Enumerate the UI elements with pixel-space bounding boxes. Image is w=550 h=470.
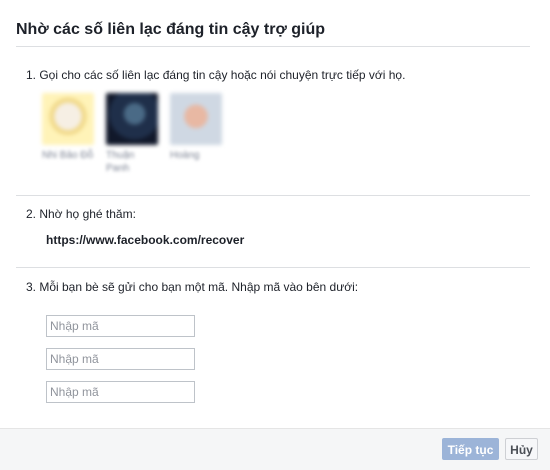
contact-name: Thuận Panh <box>106 150 135 174</box>
cancel-button[interactable]: Hủy <box>505 438 538 460</box>
step-2-text: 2. Nhờ họ ghé thăm: <box>26 207 136 221</box>
dialog-footer: Tiếp tục Hủy <box>0 428 550 470</box>
dialog-header: Nhờ các số liên lạc đáng tin cậy trợ giú… <box>16 14 530 47</box>
dialog-title: Nhờ các số liên lạc đáng tin cậy trợ giú… <box>16 21 326 38</box>
step-1-section: 1. Gọi cho các số liên lạc đáng tin cậy … <box>16 47 530 196</box>
code-input-2[interactable] <box>46 348 195 370</box>
step-1-text: 1. Gọi cho các số liên lạc đáng tin cậy … <box>26 68 406 82</box>
contact-avatar <box>170 93 222 145</box>
continue-button[interactable]: Tiếp tục <box>442 438 499 460</box>
trusted-contact[interactable]: Hoàng <box>170 93 228 162</box>
step-2-section: 2. Nhờ họ ghé thăm: https://www.facebook… <box>16 196 530 268</box>
contact-name: Nhi Bảo Đỗ <box>42 150 94 161</box>
code-input-1[interactable] <box>46 315 195 337</box>
code-input-3[interactable] <box>46 381 195 403</box>
trusted-contact[interactable]: Thuận Panh <box>106 93 164 175</box>
contact-avatar <box>42 93 94 145</box>
contact-avatar <box>106 93 158 145</box>
step-3-section: 3. Mỗi bạn bè sẽ gửi cho bạn một mã. Nhậ… <box>16 268 530 428</box>
step-3-text: 3. Mỗi bạn bè sẽ gửi cho bạn một mã. Nhậ… <box>26 280 359 294</box>
recover-url: https://www.facebook.com/recover <box>46 233 245 247</box>
trusted-contacts-dialog: Nhờ các số liên lạc đáng tin cậy trợ giú… <box>0 0 550 470</box>
contact-name: Hoàng <box>170 150 200 161</box>
trusted-contact[interactable]: Nhi Bảo Đỗ <box>42 93 100 162</box>
